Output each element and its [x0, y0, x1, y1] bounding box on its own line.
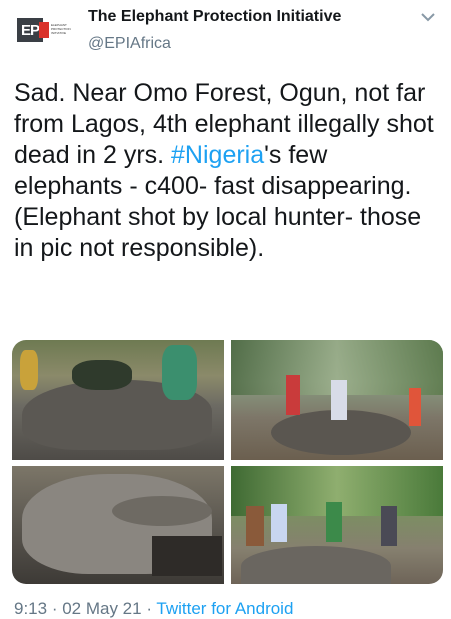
- hashtag-link[interactable]: #Nigeria: [171, 141, 264, 169]
- media-grid: [12, 340, 443, 584]
- tweet-date[interactable]: 02 May 21: [62, 599, 141, 618]
- tweet-text: Sad. Near Omo Forest, Ogun, not far from…: [14, 78, 434, 264]
- chevron-down-icon[interactable]: [421, 12, 435, 22]
- meta-separator: ·: [47, 599, 63, 618]
- meta-separator: ·: [141, 599, 157, 618]
- avatar[interactable]: EP ELEPHANT PROTECTION INITIATIVE: [17, 14, 73, 48]
- photo-2[interactable]: [231, 340, 443, 460]
- tweet-time[interactable]: 9:13: [14, 599, 47, 618]
- photo-4[interactable]: [231, 466, 443, 584]
- account-handle[interactable]: @EPIAfrica: [88, 35, 171, 53]
- logo-subtext: ELEPHANT PROTECTION INITIATIVE: [51, 23, 71, 35]
- photo-3[interactable]: [12, 466, 224, 584]
- tweet-header: EP ELEPHANT PROTECTION INITIATIVE The El…: [0, 0, 451, 66]
- tweet-meta: 9:13 · 02 May 21 · Twitter for Android: [14, 599, 293, 619]
- tweet-source-link[interactable]: Twitter for Android: [156, 599, 293, 618]
- logo-red-bar: [39, 22, 49, 38]
- display-name[interactable]: The Elephant Protection Initiative: [88, 8, 341, 26]
- photo-1[interactable]: [12, 340, 224, 460]
